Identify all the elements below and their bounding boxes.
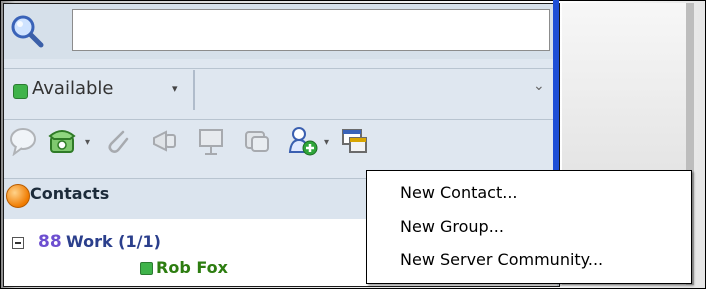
contacts-icon: [6, 184, 30, 208]
add-contact-dropdown-icon[interactable]: ▾: [324, 137, 329, 148]
phone-dropdown-icon[interactable]: ▾: [85, 137, 90, 148]
attach-icon[interactable]: [103, 126, 133, 156]
status-available-icon: [13, 84, 28, 99]
screenshare-icon[interactable]: [242, 126, 272, 156]
toolbar: [4, 124, 557, 174]
expand-icon[interactable]: ⌄: [533, 78, 545, 94]
search-icon[interactable]: [10, 14, 44, 48]
group-icon: 88: [38, 232, 62, 252]
add-contact-icon[interactable]: [288, 126, 318, 156]
collapse-icon[interactable]: [12, 237, 24, 249]
presentation-icon[interactable]: [196, 126, 226, 156]
phone-icon[interactable]: [47, 126, 77, 156]
search-input[interactable]: [72, 9, 550, 51]
member-status-icon: [140, 262, 153, 275]
status-divider: [193, 70, 195, 110]
menu-item-new-server-community[interactable]: New Server Community...: [400, 250, 603, 269]
chat-bubble-icon[interactable]: [8, 126, 38, 156]
contact-name[interactable]: Rob Fox: [156, 258, 228, 277]
menu-item-new-group[interactable]: New Group...: [400, 217, 504, 236]
status-label[interactable]: Available: [32, 78, 113, 99]
menu-item-new-contact[interactable]: New Contact...: [400, 183, 518, 202]
status-dropdown-icon[interactable]: ▾: [172, 82, 178, 95]
group-label[interactable]: Work (1/1): [66, 232, 161, 251]
megaphone-icon[interactable]: [150, 126, 180, 156]
new-window-icon[interactable]: [340, 126, 370, 156]
contacts-title[interactable]: Contacts: [30, 184, 109, 203]
